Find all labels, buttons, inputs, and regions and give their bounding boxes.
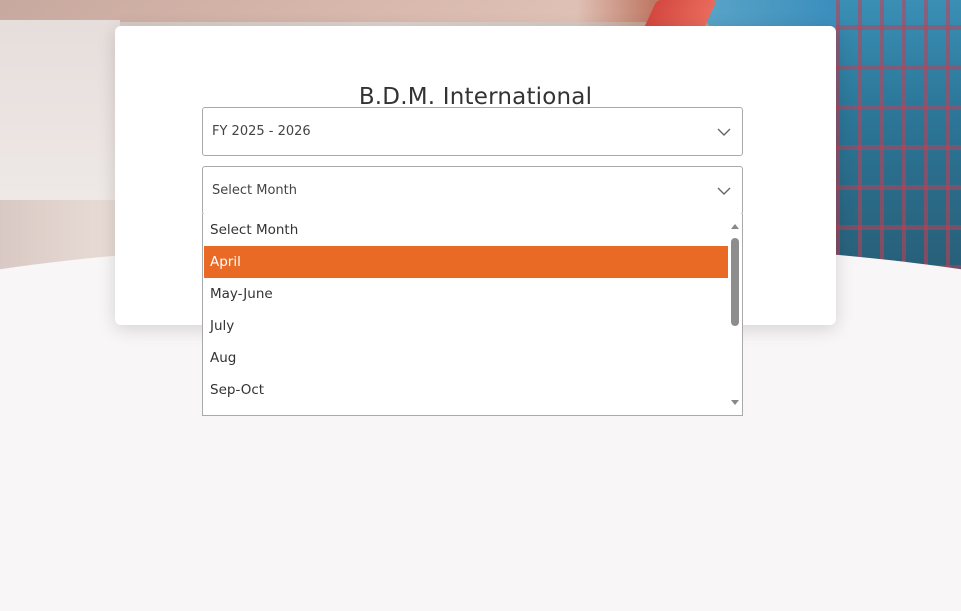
scroll-down-arrow-icon[interactable] xyxy=(731,400,739,405)
scroll-up-arrow-icon[interactable] xyxy=(731,224,739,229)
fy-select[interactable]: FY 2025 - 2026 xyxy=(202,107,743,156)
month-option-select-month[interactable]: Select Month xyxy=(204,214,728,246)
chevron-down-icon xyxy=(706,167,742,214)
scroll-thumb[interactable] xyxy=(731,238,739,326)
hero-photo-left xyxy=(0,20,120,200)
month-select[interactable]: Select Month xyxy=(202,166,743,215)
month-option-july[interactable]: July xyxy=(204,310,728,342)
hero-photo-cloth xyxy=(836,0,961,270)
month-option-april[interactable]: April xyxy=(204,246,728,278)
chevron-down-icon xyxy=(706,108,742,155)
dropdown-scrollbar[interactable] xyxy=(728,214,742,415)
fy-select-value: FY 2025 - 2026 xyxy=(212,124,311,139)
month-select-value: Select Month xyxy=(212,183,297,198)
month-option-aug[interactable]: Aug xyxy=(204,342,728,374)
month-option-may-june[interactable]: May-June xyxy=(204,278,728,310)
month-option-sep-oct[interactable]: Sep-Oct xyxy=(204,374,728,406)
month-dropdown-list: Select Month April May-June July Aug Sep… xyxy=(202,214,743,416)
